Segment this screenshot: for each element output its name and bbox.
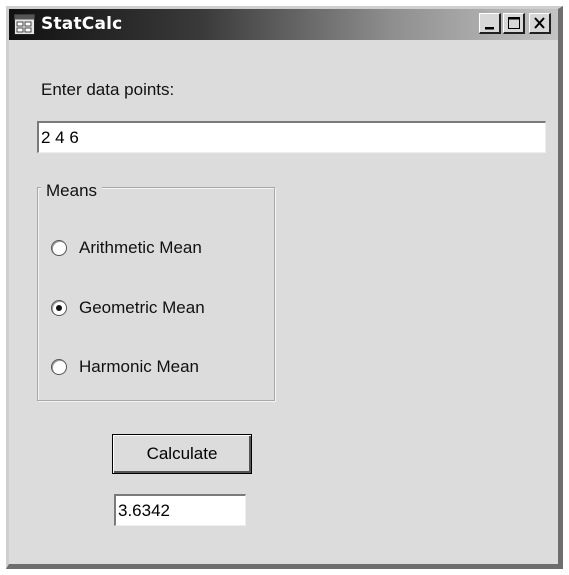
title-bar[interactable]: StatCalc (9, 9, 558, 40)
result-output[interactable] (114, 494, 246, 526)
arithmetic-mean-label: Arithmetic Mean (79, 238, 202, 257)
geometric-mean-radio[interactable]: Geometric Mean (51, 296, 205, 320)
means-group-title: Means (41, 181, 103, 201)
maximize-icon (508, 17, 520, 29)
arithmetic-mean-radio[interactable]: Arithmetic Mean (51, 236, 202, 260)
minimize-button[interactable] (479, 13, 501, 34)
data-points-input[interactable] (37, 121, 546, 153)
window-title: StatCalc (41, 14, 123, 34)
radio-unchecked-icon[interactable] (51, 240, 67, 256)
close-icon (534, 17, 545, 29)
radio-checked-icon[interactable] (51, 300, 67, 316)
statcalc-window: StatCalc Enter data points: Means Arithm… (6, 6, 563, 569)
harmonic-mean-label: Harmonic Mean (79, 357, 199, 376)
minimize-icon (485, 27, 494, 30)
close-button[interactable] (529, 13, 551, 34)
calculate-button[interactable]: Calculate (112, 434, 252, 474)
radio-unchecked-icon[interactable] (51, 359, 67, 375)
radio-dot (56, 305, 62, 311)
harmonic-mean-radio[interactable]: Harmonic Mean (51, 355, 199, 379)
data-points-label: Enter data points: (41, 80, 175, 99)
app-icon (14, 14, 35, 35)
geometric-mean-label: Geometric Mean (79, 298, 205, 317)
maximize-button[interactable] (503, 13, 525, 34)
